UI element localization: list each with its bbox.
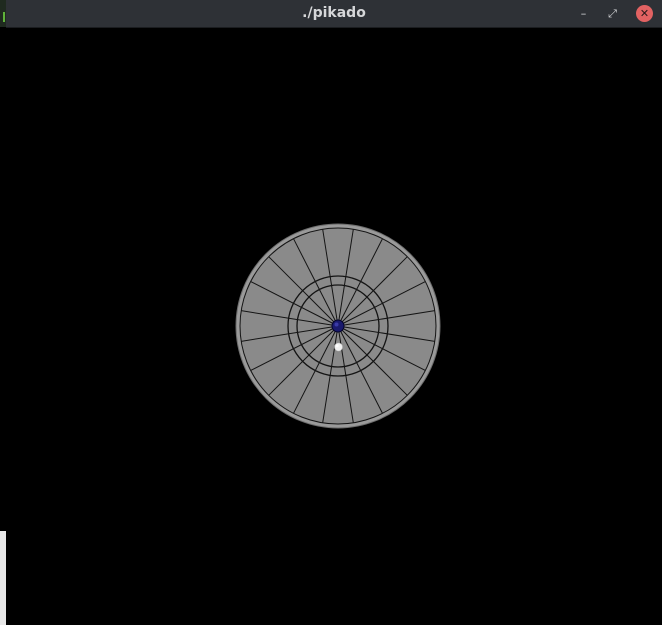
window-title: ./pikado (302, 5, 366, 21)
maximize-button[interactable]: ⤢ (604, 5, 621, 22)
close-button[interactable]: ✕ (636, 5, 653, 22)
background-window-edge (0, 531, 6, 625)
dartboard (235, 223, 441, 429)
bullseye-highlight (334, 322, 339, 327)
minimize-button[interactable]: – (575, 5, 592, 22)
maximize-icon: ⤢ (608, 7, 617, 20)
app-window: ./pikado – ⤢ ✕ (0, 0, 662, 625)
render-viewport[interactable] (6, 28, 662, 625)
minimize-icon: – (580, 7, 587, 20)
left-edge-accent (3, 12, 5, 22)
dartboard-scene (235, 223, 441, 429)
title-bar[interactable]: ./pikado – ⤢ ✕ (6, 0, 662, 28)
close-icon: ✕ (639, 7, 650, 20)
dart (334, 342, 343, 352)
bullseye (331, 319, 345, 333)
dart-highlight (335, 344, 339, 348)
dart-group (334, 342, 343, 352)
